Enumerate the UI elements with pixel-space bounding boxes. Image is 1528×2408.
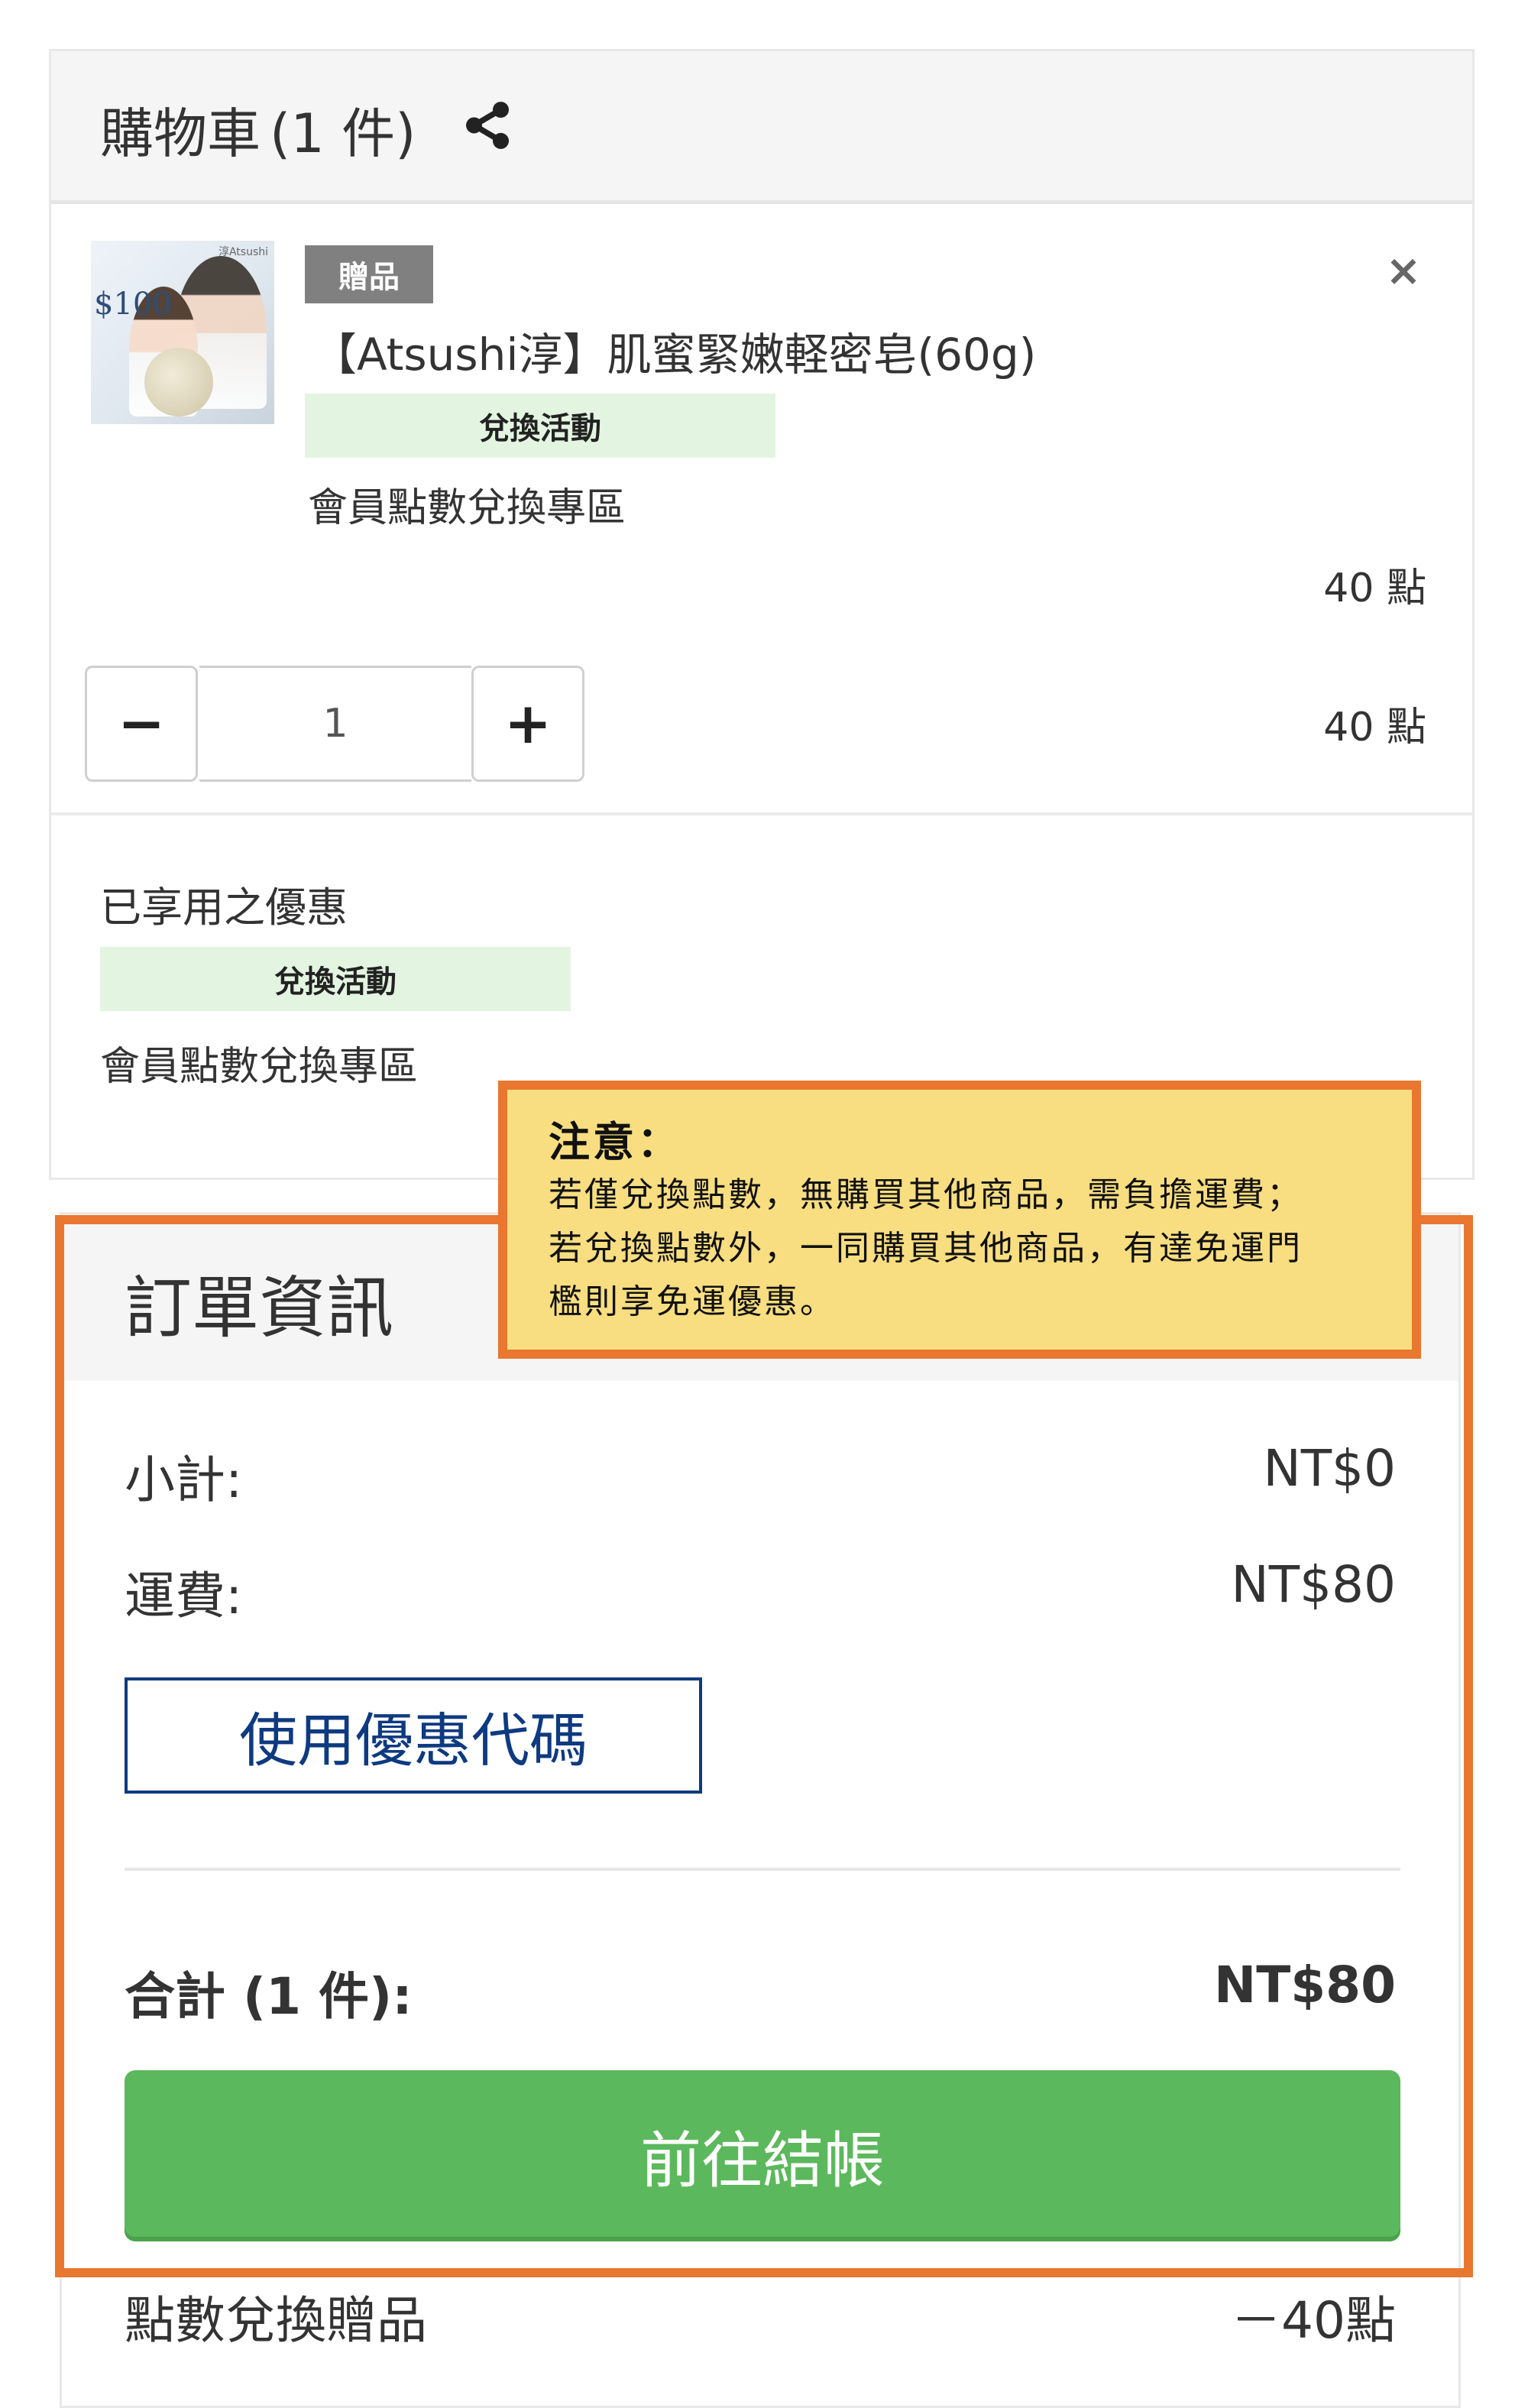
notice-line: 若僅兌換點數，無購買其他商品，需負擔運費；	[549, 1175, 1303, 1214]
notice-callout: 注意： 若僅兌換點數，無購買其他商品，需負擔運費； 若兌換點數外，一同購買其他商…	[498, 1081, 1421, 1359]
promo-zone-label: 會員點數兌換專區	[308, 485, 626, 531]
cart-panel: 購物車 (1 件) 淳Atsushi $100 贈品 【Atsushi淳】肌蜜緊嫩…	[49, 49, 1475, 1180]
notice-title: 注意：	[549, 1118, 681, 1166]
line-total-points: 40 點	[1323, 705, 1426, 750]
promo-badge: 兌換活動	[305, 394, 775, 458]
plus-icon[interactable]: +	[471, 666, 584, 782]
highlight-frame	[55, 1215, 1473, 2277]
notice-body: 若僅兌換點數，無購買其他商品，需負擔運費； 若兌換點數外，一同購買其他商品，有達…	[549, 1168, 1412, 1329]
thumb-brand: 淳Atsushi	[218, 246, 268, 258]
product-name[interactable]: 【Atsushi淳】肌蜜緊嫩軽密皂(60g)	[312, 319, 1036, 383]
applied-promo-zone: 會員點數兌換專區	[100, 1044, 419, 1090]
cart-title: 購物車 (1 件)	[100, 91, 416, 168]
notice-line: 檻則享免運優惠。	[549, 1282, 836, 1321]
applied-offers-title: 已享用之優惠	[100, 883, 348, 932]
minus-icon[interactable]: −	[85, 666, 198, 782]
unit-points: 40 點	[1323, 566, 1426, 611]
thumb-price: $100	[94, 287, 172, 322]
cart-item-count: (1 件)	[270, 102, 416, 165]
divider	[51, 812, 1472, 815]
notice-line: 若兌換點數外，一同購買其他商品，有達免運門	[549, 1229, 1303, 1268]
cart-title-text: 購物車	[100, 102, 261, 165]
close-icon[interactable]: ×	[1381, 248, 1426, 294]
quantity-input[interactable]	[199, 666, 471, 782]
quantity-stepper: − +	[85, 666, 586, 782]
redeem-gift-value: －40點	[1231, 2291, 1396, 2350]
thumb-soap	[144, 348, 213, 416]
gift-badge: 贈品	[305, 245, 433, 303]
product-thumbnail[interactable]: 淳Atsushi $100	[91, 241, 274, 424]
cart-header: 購物車 (1 件)	[51, 51, 1472, 204]
applied-promo-badge: 兌換活動	[100, 947, 571, 1011]
share-icon[interactable]	[461, 99, 514, 152]
redeem-gift-label: 點數兌換贈品	[125, 2291, 427, 2350]
